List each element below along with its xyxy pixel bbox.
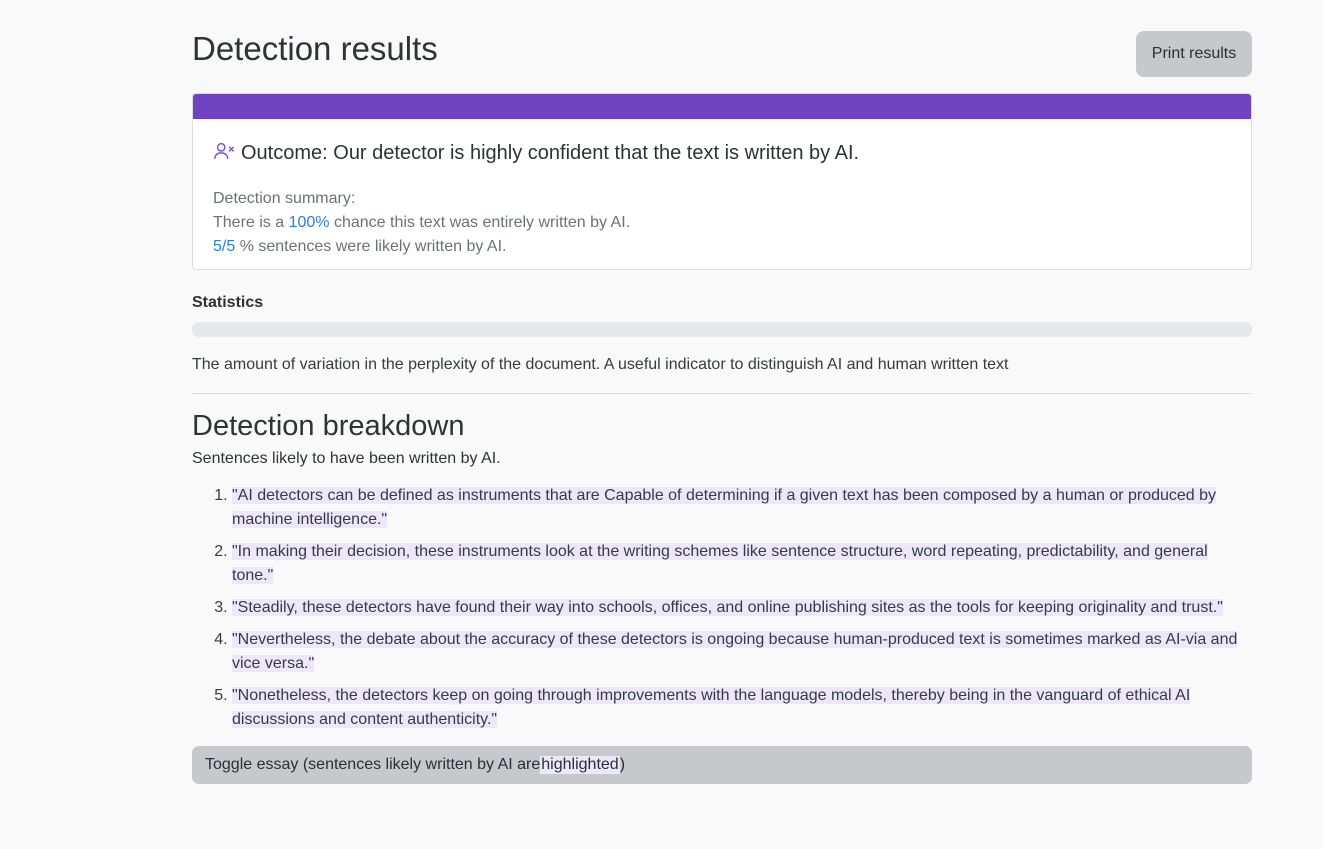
results-header: Detection results Print results [192, 0, 1252, 93]
sentence-text: "Nonetheless, the detectors keep on goin… [232, 687, 1191, 728]
list-item: "AI detectors can be defined as instrume… [232, 484, 1252, 532]
page-title: Detection results [192, 30, 438, 67]
results-container: Detection results Print results Outcome:… [192, 0, 1252, 784]
toggle-suffix: ) [619, 756, 626, 773]
summary-sentences-value: 5/5 [213, 238, 236, 255]
sentence-text: "AI detectors can be defined as instrume… [232, 487, 1217, 528]
summary-chance-suffix: chance this text was entirely written by… [329, 214, 631, 231]
toggle-prefix: Toggle essay (sentences likely written b… [205, 756, 541, 773]
list-item: "Steadily, these detectors have found th… [232, 596, 1252, 620]
card-accent-bar [193, 94, 1251, 119]
sentence-text: "Nevertheless, the debate about the accu… [232, 631, 1238, 672]
summary-line-chance: There is a 100% chance this text was ent… [213, 211, 1251, 235]
summary-chance-value: 100% [288, 214, 330, 231]
print-results-button[interactable]: Print results [1136, 31, 1252, 77]
detection-summary: Detection summary: There is a 100% chanc… [213, 187, 1251, 259]
summary-sentences-suffix: % sentences were likely written by AI. [235, 238, 507, 255]
outcome-text: Outcome: Our detector is highly confiden… [241, 142, 860, 164]
sentence-list: "AI detectors can be defined as instrume… [192, 484, 1252, 732]
toggle-highlight: highlighted [540, 756, 620, 774]
sentence-text: "Steadily, these detectors have found th… [232, 599, 1223, 616]
user-x-icon [213, 140, 241, 167]
toggle-essay-button[interactable]: Toggle essay (sentences likely written b… [192, 746, 1252, 784]
sentence-text: "In making their decision, these instrum… [232, 543, 1208, 584]
outcome-row: Outcome: Our detector is highly confiden… [213, 140, 1251, 167]
summary-chance-prefix: There is a [213, 214, 289, 231]
statistics-description: The amount of variation in the perplexit… [192, 356, 1252, 394]
list-item: "Nonetheless, the detectors keep on goin… [232, 684, 1252, 732]
breakdown-subheading: Sentences likely to have been written by… [192, 450, 501, 467]
statistics-bar [192, 322, 1252, 337]
summary-heading: Detection summary: [213, 190, 356, 207]
statistics-label: Statistics [192, 294, 264, 311]
outcome-card: Outcome: Our detector is highly confiden… [192, 93, 1252, 270]
summary-line-sentences: 5/5 % sentences were likely written by A… [213, 235, 1251, 259]
list-item: "Nevertheless, the debate about the accu… [232, 628, 1252, 676]
breakdown-heading: Detection breakdown [192, 410, 465, 442]
list-item: "In making their decision, these instrum… [232, 540, 1252, 588]
